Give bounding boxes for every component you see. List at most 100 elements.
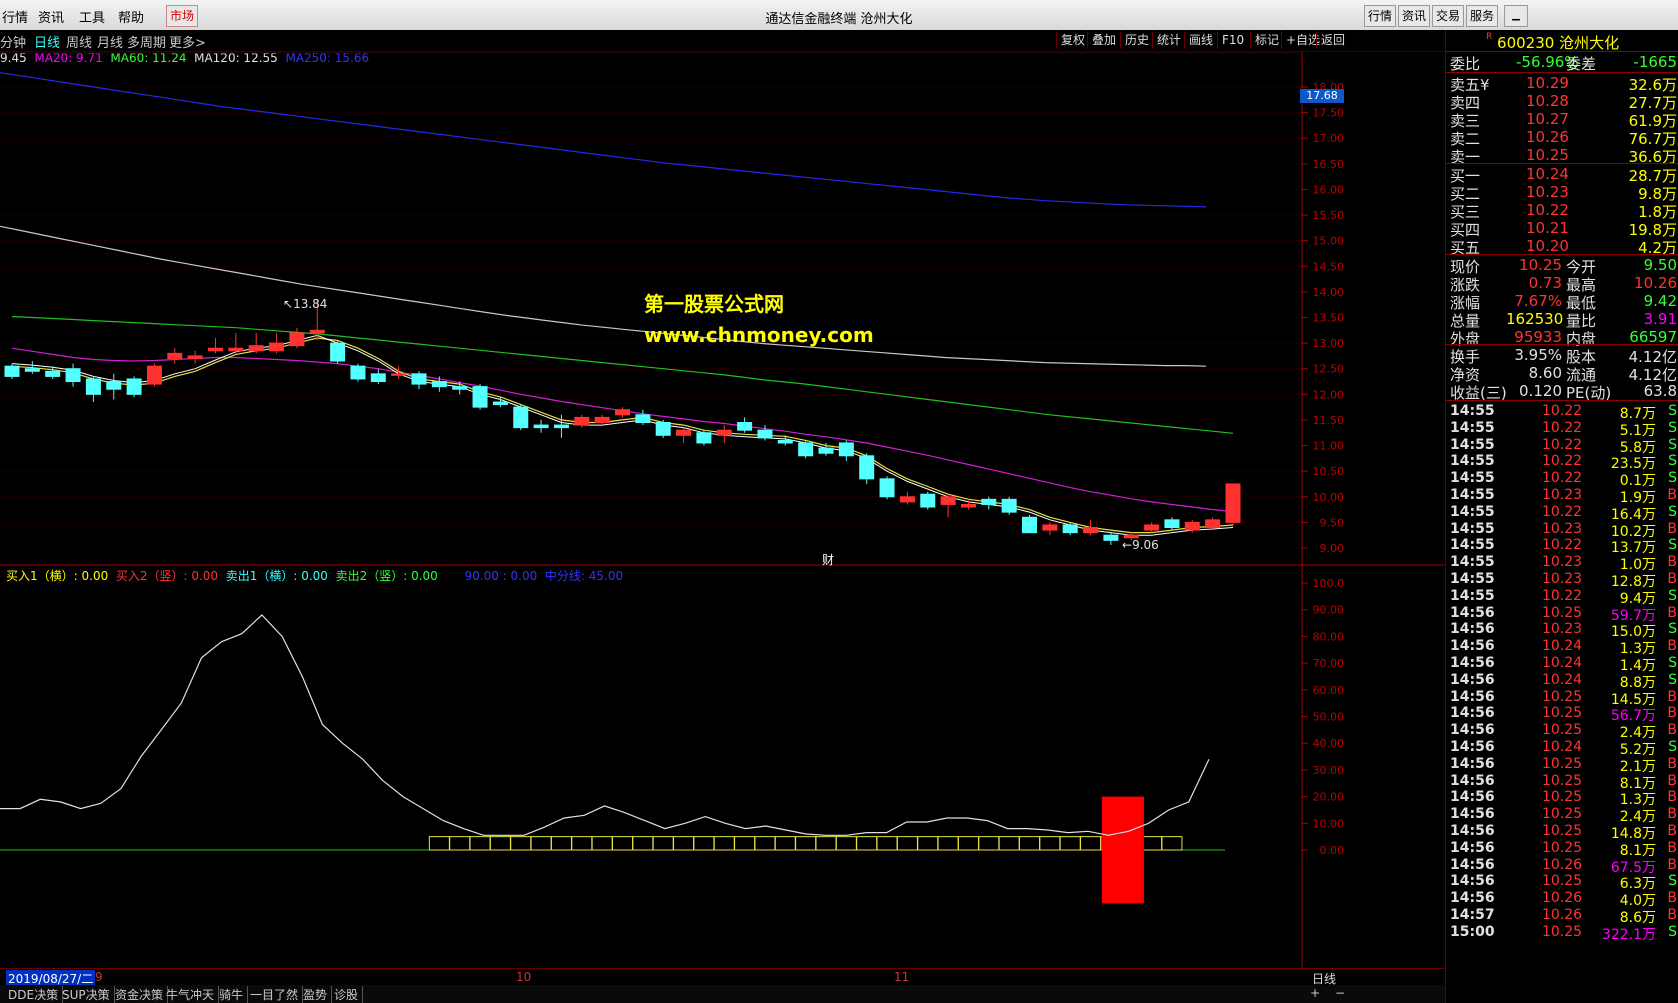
candle-body <box>1164 519 1180 529</box>
candle-body <box>411 373 427 385</box>
signal-bar <box>1101 796 1144 904</box>
stat-value: 7.67% <box>1514 292 1562 310</box>
tick-row: 14:56 10.25 59.7万 B <box>1450 605 1677 624</box>
tick-side: B <box>1667 520 1677 537</box>
signal-box <box>795 836 817 851</box>
signal-box <box>1019 836 1040 851</box>
price-tick-label: 16.50 <box>1313 158 1345 171</box>
candle-body <box>248 345 264 352</box>
tick-time: 14:56 <box>1450 705 1495 722</box>
candle-body <box>757 429 773 439</box>
tab-sup[interactable]: SUP决策 <box>58 986 115 1003</box>
period-daily[interactable]: 日线 <box>34 32 60 51</box>
minimize-icon[interactable]: ▁ <box>1504 5 1528 27</box>
ma10-line <box>11 334 1234 536</box>
tick-time: 14:55 <box>1450 436 1495 453</box>
candle-body <box>1205 519 1221 529</box>
ask-price: 10.25 <box>1526 146 1569 164</box>
tick-side: B <box>1667 856 1677 873</box>
period-minute[interactable]: 分钟 <box>0 32 26 51</box>
tick-row: 14:56 10.24 1.3万 B <box>1450 638 1677 657</box>
period-more[interactable]: 更多> <box>169 32 206 51</box>
stock-header: R 600230 沧州大化 <box>1486 32 1619 53</box>
tool-f10[interactable]: F10 <box>1217 31 1248 49</box>
tick-row: 14:55 10.22 8.7万 S <box>1450 403 1677 422</box>
tick-price: 10.22 <box>1542 419 1583 436</box>
stat-value: 0.73 <box>1528 274 1562 292</box>
tab-dde[interactable]: DDE决策 <box>4 986 64 1003</box>
tick-time: 14:56 <box>1450 806 1495 823</box>
candle-body <box>798 442 814 457</box>
candle-body <box>1083 527 1099 534</box>
tick-price: 10.22 <box>1542 403 1583 419</box>
tick-row: 14:56 10.25 2.4万 B <box>1450 806 1677 825</box>
tab-zhengu[interactable]: 诊股 <box>330 986 364 1003</box>
zoom-out-icon[interactable]: − <box>1335 986 1345 1000</box>
top-button-jiaoyi[interactable]: 交易 <box>1432 5 1465 27</box>
ind-tick-label: 40.00 <box>1313 737 1345 750</box>
stat2-value: 8.60 <box>1528 364 1562 382</box>
tick-row: 14:56 10.26 4.0万 B <box>1450 890 1677 909</box>
tick-side: S <box>1668 419 1677 436</box>
period-weekly[interactable]: 周线 <box>66 32 92 51</box>
tool-huaxian[interactable]: 画线 <box>1184 31 1217 49</box>
tool-tongji[interactable]: 统计 <box>1152 31 1185 49</box>
tab-niuqi[interactable]: 牛气冲天 <box>162 986 220 1003</box>
tick-price: 10.23 <box>1542 621 1583 638</box>
candle-body <box>146 365 162 385</box>
signal-box <box>510 836 532 851</box>
zoom-in-icon[interactable]: + <box>1310 986 1320 1000</box>
candle <box>574 414 590 428</box>
top-button-fuwu[interactable]: 服务 <box>1466 5 1499 27</box>
tick-price: 10.25 <box>1542 806 1583 823</box>
tick-row: 14:56 10.25 8.1万 B <box>1450 772 1677 792</box>
tick-time: 14:56 <box>1450 839 1495 856</box>
candle-body <box>818 447 834 454</box>
tab-yingshi[interactable]: 盈势 <box>299 986 333 1003</box>
tick-price: 10.24 <box>1542 671 1583 688</box>
candle-body <box>838 442 854 457</box>
tick-side: B <box>1667 772 1677 789</box>
tick-side: B <box>1667 839 1677 856</box>
tool-fanhui[interactable]: 返回 <box>1316 31 1349 49</box>
ma120-line <box>0 225 1207 367</box>
candle-body <box>1184 521 1200 531</box>
tick-row: 14:55 10.22 9.4万 S <box>1450 587 1677 607</box>
tool-diejia[interactable]: 叠加 <box>1087 31 1120 49</box>
tick-price: 10.25 <box>1542 789 1583 806</box>
price-tick-label: 16.00 <box>1313 183 1345 196</box>
signal-box <box>591 836 613 851</box>
candle <box>1103 532 1119 545</box>
tick-price: 10.25 <box>1542 839 1583 856</box>
ma5-line <box>11 337 1234 534</box>
price-tick-label: 14.00 <box>1313 286 1345 299</box>
candle <box>1062 522 1078 536</box>
candle-body <box>879 478 895 498</box>
price-tick-label: 9.00 <box>1320 542 1345 555</box>
tick-price: 10.24 <box>1542 638 1583 655</box>
tool-biaoji[interactable]: 标记 <box>1250 31 1283 49</box>
tab-yimu[interactable]: 一目了然 <box>246 986 304 1003</box>
finance-marker[interactable]: 财 <box>822 551 834 568</box>
candle-body <box>65 368 81 383</box>
tab-qiniu[interactable]: 骑牛 <box>215 986 249 1003</box>
top-button-zixun[interactable]: 资讯 <box>1398 5 1431 27</box>
period-monthly[interactable]: 月线 <box>97 32 123 51</box>
top-button-hangqing[interactable]: 行情 <box>1364 5 1397 27</box>
tick-time: 14:56 <box>1450 890 1495 907</box>
tool-lishi[interactable]: 历史 <box>1120 31 1153 49</box>
tick-price: 10.23 <box>1542 487 1583 503</box>
stat-row: 涨幅 7.67% 最低 9.42 <box>1450 292 1677 312</box>
candle-body <box>533 424 549 429</box>
candle <box>472 384 488 410</box>
tick-side: S <box>1668 587 1677 604</box>
tick-row: 14:55 10.23 1.9万 B <box>1450 487 1677 506</box>
period-multi[interactable]: 多周期 <box>127 32 166 51</box>
tick-row: 14:56 10.24 5.2万 S <box>1450 739 1677 758</box>
tool-fuquan[interactable]: 复权 <box>1056 31 1089 49</box>
tab-zijin[interactable]: 资金决策 <box>111 986 169 1003</box>
candle-body <box>228 347 244 352</box>
candle-body <box>737 422 753 431</box>
candle-body <box>553 424 569 429</box>
signal-box <box>571 836 593 851</box>
